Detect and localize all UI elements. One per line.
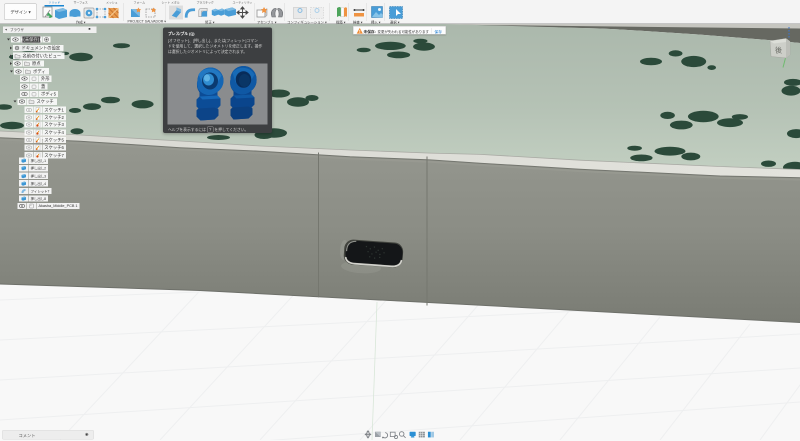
- svg-text:後: 後: [775, 46, 782, 55]
